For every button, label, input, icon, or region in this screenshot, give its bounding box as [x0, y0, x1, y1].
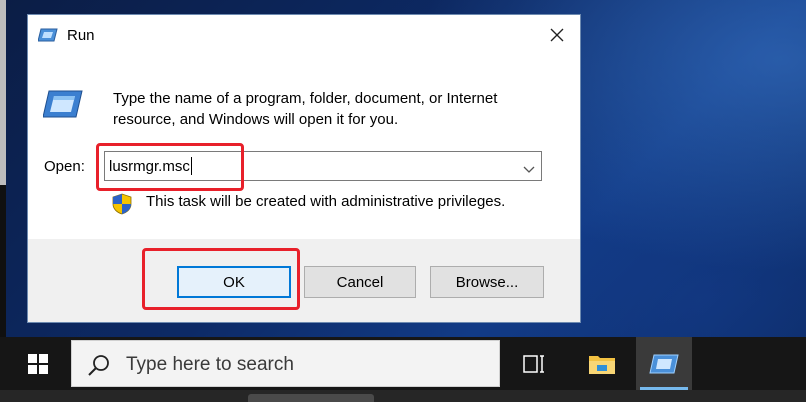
run-icon — [649, 354, 679, 373]
search-placeholder: Type here to search — [126, 354, 294, 375]
highlight-ok-button — [142, 248, 300, 310]
run-taskbar-button[interactable] — [636, 337, 692, 390]
task-view-button[interactable] — [506, 337, 562, 390]
title-bar[interactable]: Run — [28, 15, 580, 55]
windows-logo-icon — [28, 353, 48, 374]
file-explorer-icon — [589, 355, 615, 374]
partial-control — [248, 394, 374, 402]
dialog-description: Type the name of a program, folder, docu… — [113, 90, 498, 128]
admin-privileges-note: This task will be created with administr… — [146, 193, 506, 210]
left-window-edge — [0, 0, 6, 346]
dialog-title: Run — [67, 27, 95, 44]
close-button[interactable] — [534, 15, 580, 55]
partial-window-strip — [0, 390, 806, 402]
run-icon — [37, 28, 58, 47]
file-explorer-button[interactable] — [574, 337, 630, 390]
uac-shield-icon — [112, 193, 132, 220]
search-icon — [88, 354, 110, 381]
highlight-open-input — [96, 143, 244, 191]
browse-button[interactable]: Browse... — [430, 266, 544, 298]
taskbar: Type here to search — [0, 337, 806, 390]
taskbar-search-box[interactable]: Type here to search — [71, 340, 500, 387]
close-icon — [550, 28, 564, 42]
task-view-icon — [523, 354, 544, 373]
run-large-icon — [42, 90, 83, 123]
background-window-edge — [0, 0, 6, 185]
start-button[interactable] — [14, 337, 62, 390]
chevron-down-icon[interactable] — [523, 161, 535, 179]
cancel-button[interactable]: Cancel — [304, 266, 416, 298]
open-label: Open: — [44, 158, 85, 175]
